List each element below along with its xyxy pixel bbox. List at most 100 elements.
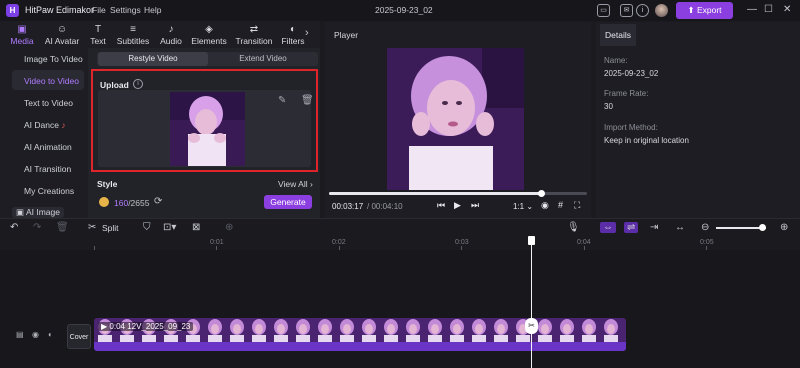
cover-button[interactable]: Cover <box>67 324 91 349</box>
track-lock-icon[interactable]: ▤ <box>16 330 24 339</box>
elements-icon: ◈ <box>205 24 213 35</box>
fullscreen-icon[interactable]: ⛶ <box>574 200 580 211</box>
upload-dropzone[interactable]: ✎ 🗑 <box>98 90 314 167</box>
tab-filters[interactable]: ◐ Filters <box>280 21 306 48</box>
info-icon[interactable]: i <box>133 79 143 89</box>
ai-tools-sidebar: Image To Video Video to Video Text to Vi… <box>0 48 88 218</box>
tab-audio[interactable]: ♪ Audio <box>157 21 185 48</box>
sidebar-item-text-to-video[interactable]: Text to Video <box>24 98 73 108</box>
subtitles-icon: ≡ <box>130 24 136 35</box>
tab-text[interactable]: T Text <box>86 21 110 48</box>
sidebar-item-my-creations[interactable]: My Creations <box>24 186 74 196</box>
zoom-handle[interactable] <box>759 224 766 231</box>
redo-icon[interactable]: ↷ <box>33 222 41 233</box>
close-icon[interactable]: ✕ <box>783 4 791 15</box>
track-header: ▤ ◉ ◐ Cover <box>0 322 92 352</box>
timeline-ruler[interactable]: 0:01 0:02 0:03 0:04 0:05 <box>92 236 800 250</box>
playhead-scissors-handle[interactable]: ✂ <box>525 318 538 334</box>
next-frame-icon[interactable]: ⏭ <box>471 200 479 211</box>
upload-section: Upload i ✎ 🗑 <box>91 69 318 172</box>
avatar-icon: ☺ <box>56 24 68 35</box>
fit-icon[interactable]: ↔ <box>675 222 685 233</box>
timeline-toolbar: ↶ ↷ 🗑 ✂ Split ⛉ ⊡▾ ⊠ ⊕ 🎙 ⇔ ⇌ ⇥ ↔ ⊖ ⊕ <box>0 218 800 236</box>
details-panel: Details Name: 2025-09-23_02 Frame Rate: … <box>596 22 800 218</box>
video-clip[interactable]: ▶ 0:04 12V_2025_09_23 <box>94 318 626 351</box>
microphone-icon[interactable]: 🎙 <box>567 222 580 233</box>
sidebar-item-ai-image[interactable]: ▣ AI Image <box>12 207 64 218</box>
filters-icon: ◐ <box>289 24 297 35</box>
sidebar-item-image-to-video[interactable]: Image To Video <box>24 54 83 64</box>
previous-frame-icon[interactable]: ⏮ <box>437 200 445 211</box>
extend-video-tab[interactable]: Extend Video <box>208 52 318 66</box>
play-icon: ▶ <box>101 322 108 331</box>
clip-info: ▶ 0:04 12V_2025_09_23 <box>98 322 194 331</box>
grid-icon[interactable]: # <box>558 200 563 210</box>
text-icon: T <box>94 24 102 35</box>
clip-audio-bar <box>94 342 626 351</box>
delete-icon[interactable]: 🗑 <box>56 222 69 233</box>
crop-icon[interactable]: ⊠ <box>192 222 200 233</box>
restyle-video-tab[interactable]: Restyle Video <box>98 52 208 66</box>
sidebar-item-ai-animation[interactable]: AI Animation <box>24 142 72 152</box>
title-bar: H HitPaw Edimakor File Settings Help 202… <box>0 0 800 21</box>
eye-icon[interactable]: ◉ <box>32 330 39 339</box>
aspect-ratio-select[interactable]: 1:1 ⌄ <box>513 202 533 211</box>
sidebar-item-ai-transition[interactable]: AI Transition <box>24 164 71 174</box>
tab-details[interactable]: Details <box>600 24 636 46</box>
menu-file[interactable]: File <box>92 5 106 15</box>
media-icon: ▣ <box>17 24 27 35</box>
tab-transition[interactable]: ⇄ Transition <box>234 21 274 48</box>
video-preview[interactable] <box>387 48 524 190</box>
view-all-link[interactable]: View All › <box>278 179 313 189</box>
uploaded-video-thumbnail <box>170 92 245 166</box>
refresh-icon[interactable]: ⟳ <box>154 196 162 207</box>
frame-rate-value: 30 <box>604 102 613 111</box>
shield-icon[interactable]: ⛉ <box>143 222 151 233</box>
menu-settings[interactable]: Settings <box>110 5 141 15</box>
generate-button[interactable]: Generate <box>264 195 312 209</box>
edit-icon[interactable]: ✎ <box>278 95 286 106</box>
sidebar-item-video-to-video[interactable]: Video to Video <box>24 76 79 86</box>
tab-elements[interactable]: ◈ Elements <box>190 21 228 48</box>
sidebar-item-ai-dance[interactable]: AI Dance ♪ <box>24 120 66 130</box>
split-button[interactable]: Split <box>102 223 119 233</box>
import-method-label: Import Method: <box>604 123 658 132</box>
mode-switch: Restyle Video Extend Video <box>97 52 318 66</box>
maximize-icon[interactable]: ☐ <box>764 4 773 15</box>
menu-help[interactable]: Help <box>144 5 161 15</box>
message-icon[interactable]: ✉ <box>620 4 633 17</box>
text-tool-icon[interactable]: ⊡▾ <box>163 222 176 233</box>
link-icon[interactable]: ⇔ <box>600 222 616 233</box>
screen-icon[interactable]: ▭ <box>597 4 610 17</box>
playhead-top-handle[interactable] <box>528 236 535 245</box>
zoom-slider[interactable] <box>716 224 766 231</box>
playback-progress-bar[interactable] <box>329 190 587 197</box>
add-icon[interactable]: ⊕ <box>225 222 233 233</box>
magnet-icon[interactable]: ⇌ <box>624 222 639 233</box>
ripple-icon[interactable]: ⇥ <box>650 222 658 233</box>
app-logo: H <box>6 4 19 17</box>
chevron-right-icon[interactable]: › <box>305 27 309 39</box>
info-icon[interactable]: i <box>636 4 649 17</box>
name-label: Name: <box>604 56 628 65</box>
category-tabs: ▣ Media ☺ AI Avatar T Text ≡ Subtitles ♪… <box>0 21 320 48</box>
playhead[interactable] <box>531 236 532 368</box>
snapshot-icon[interactable]: ◉ <box>541 200 549 211</box>
export-button[interactable]: ⬆ Export <box>676 2 733 19</box>
tab-ai-avatar[interactable]: ☺ AI Avatar <box>43 21 81 48</box>
video-to-video-panel: Restyle Video Extend Video Upload i ✎ 🗑 … <box>88 48 320 218</box>
minimize-icon[interactable]: — <box>747 4 757 15</box>
zoom-in-icon[interactable]: ⊕ <box>780 222 788 233</box>
tab-media[interactable]: ▣ Media <box>6 21 38 48</box>
user-avatar[interactable] <box>655 4 668 17</box>
play-icon[interactable]: ▶ <box>454 200 461 211</box>
audio-mute-icon[interactable]: ◐ <box>48 330 53 339</box>
trash-icon[interactable]: 🗑 <box>301 95 314 106</box>
undo-icon[interactable]: ↶ <box>10 222 18 233</box>
upload-label: Upload <box>100 80 129 90</box>
tab-subtitles[interactable]: ≡ Subtitles <box>114 21 152 48</box>
transition-icon: ⇄ <box>249 24 259 35</box>
progress-handle[interactable] <box>537 190 545 197</box>
scissors-icon[interactable]: ✂ <box>88 222 96 233</box>
zoom-out-icon[interactable]: ⊖ <box>701 222 709 233</box>
